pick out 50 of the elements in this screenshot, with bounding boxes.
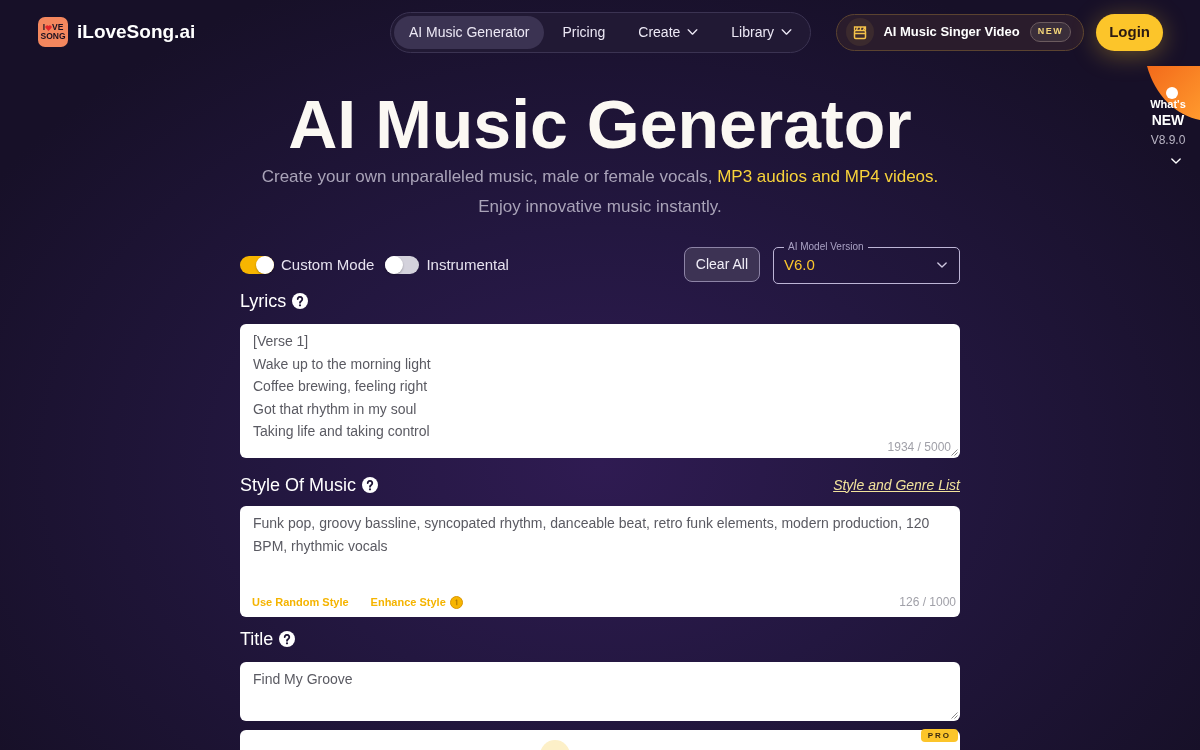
model-select[interactable]: AI Model Version V6.0	[773, 241, 960, 284]
resize-handle-icon[interactable]	[951, 712, 958, 719]
chevron-down-icon[interactable]	[1171, 158, 1181, 164]
whats-new-text[interactable]: NEW	[1151, 111, 1185, 129]
chevron-down-icon	[937, 262, 947, 268]
new-badge: NEW	[1029, 22, 1072, 42]
nav-item[interactable]: Pricing	[547, 15, 621, 49]
char-counter: 126 / 1000	[899, 595, 956, 609]
genre-list-link[interactable]: Style and Genre List	[833, 474, 960, 496]
hero-subtitle: Create your own unparalleled music, male or female vocals, MP3 audios and MP4 videos. Enjoy innovative music instantly.	[261, 166, 939, 218]
field-value: Find My Groove	[253, 670, 353, 689]
help-icon[interactable]	[292, 293, 309, 309]
toggle-label: Custom Mode	[281, 254, 375, 275]
style-text: Funk pop, groovy bassline, syncopated rhythm, danceable beat, retro funk elements, modern production, 120 BPM, rhythmic vocals	[253, 514, 931, 556]
lyrics-line: Coffee brewing, feeling right	[253, 377, 428, 396]
page-title: AI Music Generator	[288, 90, 912, 158]
coin-icon	[449, 595, 463, 609]
char-counter: 1934 / 5000	[887, 440, 951, 454]
toggle-switch[interactable]	[240, 256, 274, 274]
logo-text: VE	[52, 23, 64, 32]
nav-item[interactable]: Library	[716, 15, 808, 49]
resize-handle-icon[interactable]	[951, 449, 958, 456]
lyrics-field[interactable]: [Verse 1] Wake up to the morning light Coffee brewing, feeling right Got that rhythm in my soul Taking life and taking control 1934 / 5000	[240, 324, 960, 458]
clapperboard-icon	[846, 18, 875, 46]
brand-name: iLoveSong.ai	[77, 19, 196, 44]
logo-text: SONG	[40, 32, 66, 41]
toggle-label: Instrumental	[426, 254, 509, 275]
login-button[interactable]: Login	[1096, 13, 1163, 51]
nav-item[interactable]: Create	[623, 15, 714, 49]
promo-button[interactable]: AI Music Singer Video NEW	[836, 13, 1085, 51]
section-label: Lyrics	[240, 289, 287, 313]
select-value: V6.0	[784, 254, 815, 275]
title-field[interactable]: Find My Groove	[240, 662, 960, 721]
heart-icon	[45, 24, 52, 31]
section-label: Title	[240, 627, 274, 651]
help-icon[interactable]	[362, 477, 379, 493]
dot-icon	[1166, 87, 1178, 99]
pro-badge: PRO	[920, 729, 958, 742]
select-label: AI Model Version	[787, 241, 865, 253]
lyrics-line: Got that rhythm in my soul	[253, 399, 417, 419]
lyrics-line: [Verse 1]	[253, 332, 309, 351]
clear-all-button[interactable]: Clear All	[683, 247, 760, 282]
section-label: Style Of Music	[240, 473, 357, 497]
lyrics-line: Taking life and taking control	[253, 422, 430, 441]
logo-text: I	[42, 23, 45, 32]
help-icon[interactable]	[279, 631, 296, 647]
version-text: V8.9.0	[1150, 132, 1186, 148]
nav-item[interactable]: AI Music Generator	[393, 15, 545, 49]
toggle-switch[interactable]	[385, 256, 420, 274]
lyrics-line: Wake up to the morning light	[253, 354, 431, 374]
